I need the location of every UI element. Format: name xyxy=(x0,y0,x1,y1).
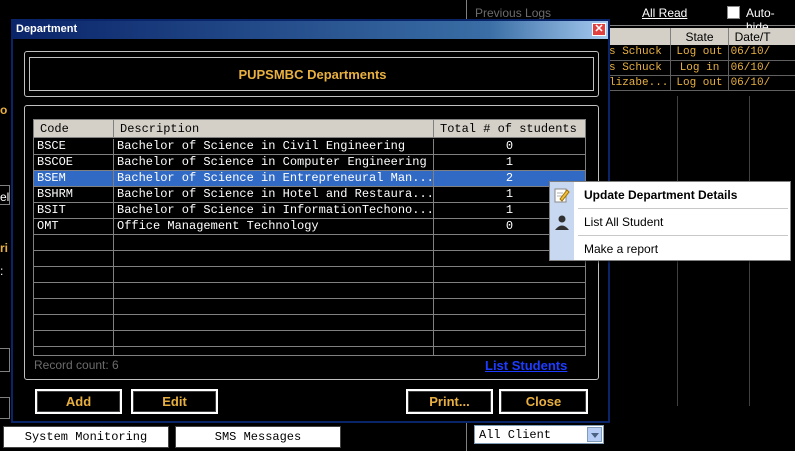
table-body: BSCE Bachelor of Science in Civil Engine… xyxy=(34,139,585,355)
empty-row xyxy=(34,347,585,355)
header-frame: PUPSMBC Departments xyxy=(24,51,599,97)
table-row[interactable]: BSCOE Bachelor of Science in Computer En… xyxy=(34,155,585,171)
menu-item-label: Update Department Details xyxy=(584,188,738,202)
log-date: 06/10/ xyxy=(728,60,795,76)
empty-row xyxy=(34,235,585,251)
cell-total: 0 xyxy=(505,139,514,153)
client-filter-value: All Client xyxy=(479,428,552,442)
header-box: PUPSMBC Departments xyxy=(29,57,594,91)
department-list-frame: Code Description Total # of students BSC… xyxy=(24,105,599,380)
table-row[interactable]: BSCE Bachelor of Science in Civil Engine… xyxy=(34,139,585,155)
background-field xyxy=(0,348,10,372)
menu-item-list-all-student[interactable]: List All Student xyxy=(550,209,790,235)
menu-item-label: Make a report xyxy=(584,242,659,256)
menu-item-label: List All Student xyxy=(584,215,664,229)
background-field xyxy=(0,397,10,419)
empty-row xyxy=(34,283,585,299)
sms-messages-button[interactable]: SMS Messages xyxy=(175,426,341,448)
chevron-down-icon[interactable] xyxy=(587,427,602,442)
edit-icon xyxy=(554,187,570,203)
column-total-students[interactable]: Total # of students xyxy=(434,120,585,138)
menu-item-make-report[interactable]: Make a report xyxy=(550,236,790,262)
cell-code: BSCOE xyxy=(34,155,114,171)
table-header: Code Description Total # of students xyxy=(34,120,585,138)
menu-item-update-department[interactable]: Update Department Details xyxy=(550,182,790,208)
background-fragment: ri xyxy=(0,241,9,255)
cell-description: Bachelor of Science in Entrepreneural Ma… xyxy=(114,171,434,187)
system-monitoring-button[interactable]: System Monitoring xyxy=(3,426,169,448)
cell-code: BSEM xyxy=(34,171,114,187)
page-title: PUPSMBC Departments xyxy=(238,67,387,82)
empty-row xyxy=(34,299,585,315)
cell-description: Office Management Technology xyxy=(114,219,434,235)
previous-logs-tab[interactable]: Previous Logs xyxy=(475,6,551,20)
empty-row xyxy=(34,331,585,347)
empty-row xyxy=(34,267,585,283)
log-date: 06/10/ xyxy=(728,45,795,61)
table-row[interactable]: BSIT Bachelor of Science in InformationT… xyxy=(34,203,585,219)
auto-hide-checkbox[interactable] xyxy=(727,6,740,19)
dialog-title: Department xyxy=(16,23,78,35)
all-read-link[interactable]: All Read xyxy=(642,6,687,20)
log-state: Log out xyxy=(670,45,729,61)
department-table: Code Description Total # of students BSC… xyxy=(33,119,586,356)
log-state: Log in xyxy=(670,60,729,76)
log-date: 06/10/ xyxy=(728,75,795,91)
record-count: Record count: 6 xyxy=(34,358,119,372)
dialog-titlebar[interactable]: Department ✕ xyxy=(13,21,608,39)
edit-button[interactable]: Edit xyxy=(131,389,218,414)
cell-description: Bachelor of Science in Civil Engineering xyxy=(114,139,434,155)
column-code[interactable]: Code xyxy=(34,120,114,138)
person-icon xyxy=(554,214,570,230)
context-menu: Update Department Details List All Stude… xyxy=(549,181,791,261)
empty-row xyxy=(34,315,585,331)
client-filter-select[interactable]: All Client xyxy=(474,425,604,444)
cell-description: Bachelor of Science in InformationTechon… xyxy=(114,203,434,219)
cell-code: BSIT xyxy=(34,203,114,219)
add-button[interactable]: Add xyxy=(35,389,122,414)
cell-code: OMT xyxy=(34,219,114,235)
table-row[interactable]: BSHRM Bachelor of Science in Hotel and R… xyxy=(34,187,585,203)
cell-description: Bachelor of Science in Hotel and Restaur… xyxy=(114,187,434,203)
close-icon[interactable]: ✕ xyxy=(592,23,606,36)
log-state: Log out xyxy=(670,75,729,91)
cell-code: BSCE xyxy=(34,139,114,155)
background-fragment: o xyxy=(0,103,8,117)
cell-code: BSHRM xyxy=(34,187,114,203)
cell-description: Bachelor of Science in Computer Engineer… xyxy=(114,155,434,171)
column-description[interactable]: Description xyxy=(114,120,434,138)
table-row-selected[interactable]: BSEM Bachelor of Science in Entrepreneur… xyxy=(34,171,585,187)
background-fragment: : xyxy=(0,264,4,278)
department-dialog: Department ✕ PUPSMBC Departments Code De… xyxy=(11,19,610,423)
print-button[interactable]: Print... xyxy=(406,389,493,414)
empty-row xyxy=(34,251,585,267)
table-row[interactable]: OMT Office Management Technology 0 xyxy=(34,219,585,235)
log-col-date[interactable]: Date/T xyxy=(728,28,795,45)
background-fragment: el xyxy=(0,190,10,204)
close-button[interactable]: Close xyxy=(499,389,588,414)
log-col-state[interactable]: State xyxy=(670,28,729,45)
cell-total: 1 xyxy=(505,155,514,169)
list-students-link[interactable]: List Students xyxy=(485,358,567,373)
